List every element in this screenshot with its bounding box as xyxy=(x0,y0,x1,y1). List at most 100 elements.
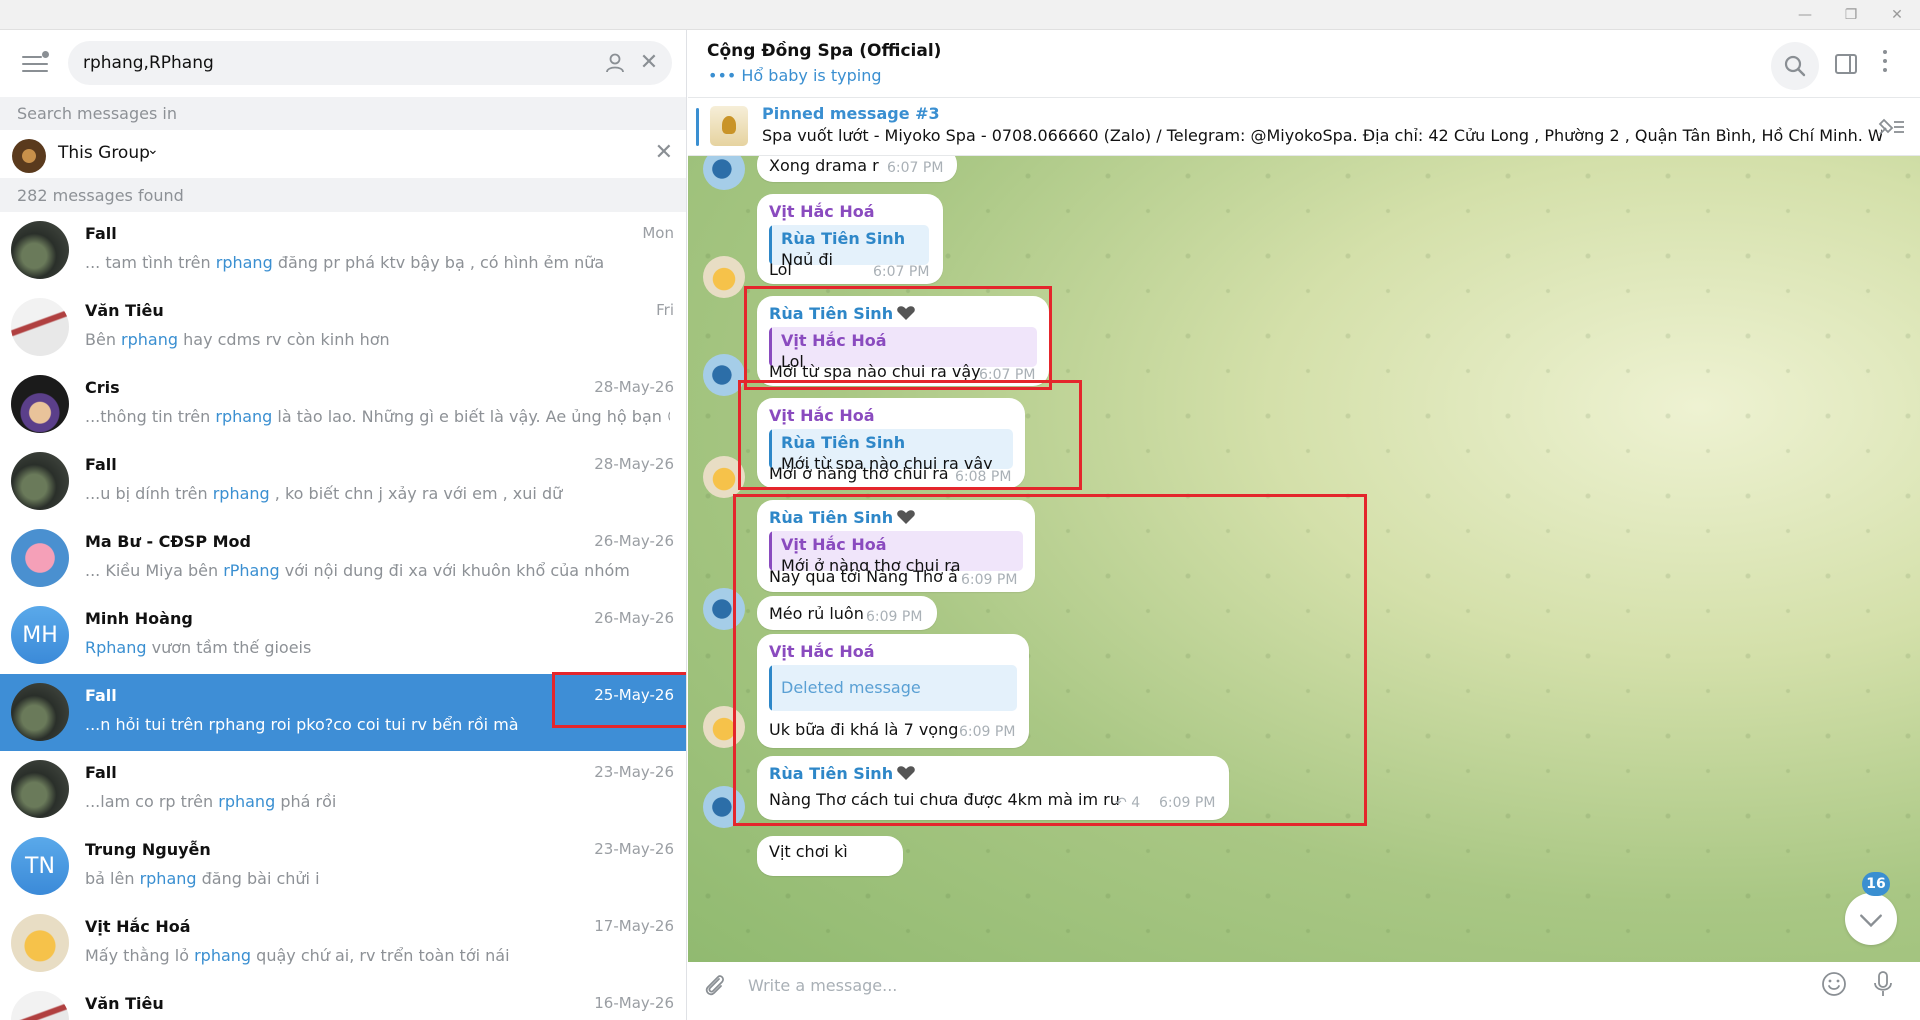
results-count: 282 messages found xyxy=(0,178,686,212)
result-date: 26-May-26 xyxy=(594,532,674,550)
sidebar-toggle-icon[interactable] xyxy=(1835,54,1857,74)
close-window-button[interactable]: ✕ xyxy=(1874,0,1920,30)
result-item[interactable]: Ma Bư - CĐSP Mod 26-May-26 ... Kiều Miya… xyxy=(0,520,686,597)
message-input[interactable] xyxy=(748,972,1788,998)
result-date: 26-May-26 xyxy=(594,609,674,627)
typing-status: ••• Hổ baby is typing xyxy=(708,66,882,85)
result-name: Vịt Hắc Hoá xyxy=(85,917,191,936)
group-avatar xyxy=(12,139,46,173)
attach-icon[interactable] xyxy=(701,972,727,998)
search-icon xyxy=(1784,55,1806,77)
avatar xyxy=(11,760,69,818)
result-snippet: Mấy thằng lỏ rphang quậy chứ ai, rv trển… xyxy=(85,946,510,965)
search-button[interactable] xyxy=(1771,42,1819,90)
result-snippet: ...thông tin trên rphang là tào lao. Nhữ… xyxy=(85,407,670,426)
avatar[interactable] xyxy=(703,256,745,298)
search-scope-selector[interactable]: This Group ⌄ ✕ xyxy=(0,130,686,178)
result-date: 28-May-26 xyxy=(594,455,674,473)
result-item[interactable]: Fall 23-May-26 ...lam co rp trên rphang … xyxy=(0,751,686,828)
reply-quote[interactable]: Rùa Tiên Sinh Ngủ đi xyxy=(769,225,929,265)
result-date: Fri xyxy=(656,301,674,319)
chevron-down-icon xyxy=(1860,914,1882,928)
user-filter-icon[interactable] xyxy=(604,52,626,74)
chevron-down-icon: ⌄ xyxy=(147,142,159,158)
result-name: Fall xyxy=(85,224,117,243)
avatar xyxy=(11,375,69,433)
avatar xyxy=(11,914,69,972)
pinned-list-icon[interactable] xyxy=(1876,116,1906,138)
result-name: Fall xyxy=(85,763,117,782)
result-item[interactable]: Fall Mon ... tam tình trên rphang đăng p… xyxy=(0,212,686,289)
result-item[interactable]: Fall 28-May-26 ...u bị dính trên rphang … xyxy=(0,443,686,520)
highlight-box xyxy=(738,380,1082,490)
pinned-indicator xyxy=(696,108,699,146)
avatar xyxy=(11,529,69,587)
unread-badge: 16 xyxy=(1862,872,1890,896)
results-list: Fall Mon ... tam tình trên rphang đăng p… xyxy=(0,212,686,1020)
result-name: Trung Nguyễn xyxy=(85,840,211,859)
pinned-message-bar[interactable]: Pinned message #3 Spa vuốt lướt - Miyoko… xyxy=(688,98,1920,156)
highlight-box xyxy=(744,286,1052,390)
result-snippet: bả lên rphang đăng bài chửi i xyxy=(85,869,320,888)
result-snippet: Rphang vươn tầm thế gioeis xyxy=(85,638,312,657)
close-scope-icon[interactable]: ✕ xyxy=(655,140,673,165)
search-results-panel: rphang,RPhang ✕ Search messages in This … xyxy=(0,30,687,1020)
result-item[interactable]: Vịt Hắc Hoá 17-May-26 Mấy thằng lỏ rphan… xyxy=(0,905,686,982)
result-snippet: ... Kiều Miya bên rPhang với nội dung đi… xyxy=(85,561,630,580)
scope-label: This Group xyxy=(58,143,150,163)
menu-icon[interactable] xyxy=(20,50,50,76)
highlight-box xyxy=(733,494,1367,826)
result-snippet: ... tam tình trên rphang đăng pr phá ktv… xyxy=(85,253,605,272)
result-date: 28-May-26 xyxy=(594,378,674,396)
pinned-text: Spa vuốt lướt - Miyoko Spa - 0708.066660… xyxy=(762,126,1882,145)
clear-search-icon[interactable]: ✕ xyxy=(636,50,662,76)
result-date: 17-May-26 xyxy=(594,917,674,935)
result-name: Văn Tiêu xyxy=(85,994,164,1013)
chat-panel: Cộng Đồng Spa (Official) ••• Hổ baby is … xyxy=(688,30,1920,1020)
avatar xyxy=(11,683,69,741)
chat-header[interactable]: Cộng Đồng Spa (Official) ••• Hổ baby is … xyxy=(688,30,1920,98)
avatar xyxy=(11,221,69,279)
result-item[interactable]: MH Minh Hoàng 26-May-26 Rphang vươn tầm … xyxy=(0,597,686,674)
emoji-icon[interactable] xyxy=(1821,971,1847,997)
result-name: Minh Hoàng xyxy=(85,609,193,628)
result-name: Fall xyxy=(85,455,117,474)
result-item[interactable]: Cris 28-May-26 ...thông tin trên rphang … xyxy=(0,366,686,443)
microphone-icon[interactable] xyxy=(1873,970,1893,998)
result-snippet: ...u bị dính trên rphang , ko biết chn j… xyxy=(85,484,563,503)
pinned-title: Pinned message #3 xyxy=(762,104,940,123)
search-input[interactable]: rphang,RPhang ✕ xyxy=(68,41,672,85)
result-item[interactable]: TN Trung Nguyễn 23-May-26 bả lên rphang … xyxy=(0,828,686,905)
restore-button[interactable]: ❐ xyxy=(1828,0,1874,30)
avatar: TN xyxy=(11,837,69,895)
search-bar-row: rphang,RPhang ✕ xyxy=(0,30,686,97)
message-area[interactable]: Xong drama r 6:07 PM Vịt Hắc Hoá Rùa Tiê… xyxy=(688,156,1920,992)
more-options-icon[interactable] xyxy=(1882,50,1888,76)
search-in-label: Search messages in xyxy=(0,97,686,130)
avatar xyxy=(11,298,69,356)
message-bubble[interactable]: Xong drama r 6:07 PM xyxy=(757,156,957,182)
result-snippet: Bên rphang hay cdms rv còn kinh hơn xyxy=(85,330,390,349)
search-query: rphang,RPhang xyxy=(83,53,214,73)
message-bubble[interactable]: Vịt chơi kì xyxy=(757,836,903,876)
result-date: Mon xyxy=(642,224,674,242)
avatar xyxy=(11,991,69,1020)
chat-title: Cộng Đồng Spa (Official) xyxy=(707,41,942,61)
avatar: MH xyxy=(11,606,69,664)
window-titlebar: — ❐ ✕ xyxy=(0,0,1920,30)
highlight-box-date xyxy=(552,672,686,728)
result-name: Cris xyxy=(85,378,120,397)
composer xyxy=(688,962,1920,1020)
result-date: 23-May-26 xyxy=(594,763,674,781)
pinned-thumbnail xyxy=(710,106,748,146)
result-item[interactable]: Văn Tiêu 16-May-26 xyxy=(0,982,686,1020)
result-date: 16-May-26 xyxy=(594,994,674,1012)
message-bubble[interactable]: Vịt Hắc Hoá Rùa Tiên Sinh Ngủ đi Lol 6:0… xyxy=(757,194,943,284)
avatar[interactable] xyxy=(703,156,745,190)
result-item[interactable]: Văn Tiêu Fri Bên rphang hay cdms rv còn … xyxy=(0,289,686,366)
result-date: 23-May-26 xyxy=(594,840,674,858)
scroll-down-button[interactable] xyxy=(1845,893,1897,945)
avatar xyxy=(11,452,69,510)
result-snippet: ...lam co rp trên rphang phá rồi xyxy=(85,792,337,811)
minimize-button[interactable]: — xyxy=(1782,0,1828,30)
